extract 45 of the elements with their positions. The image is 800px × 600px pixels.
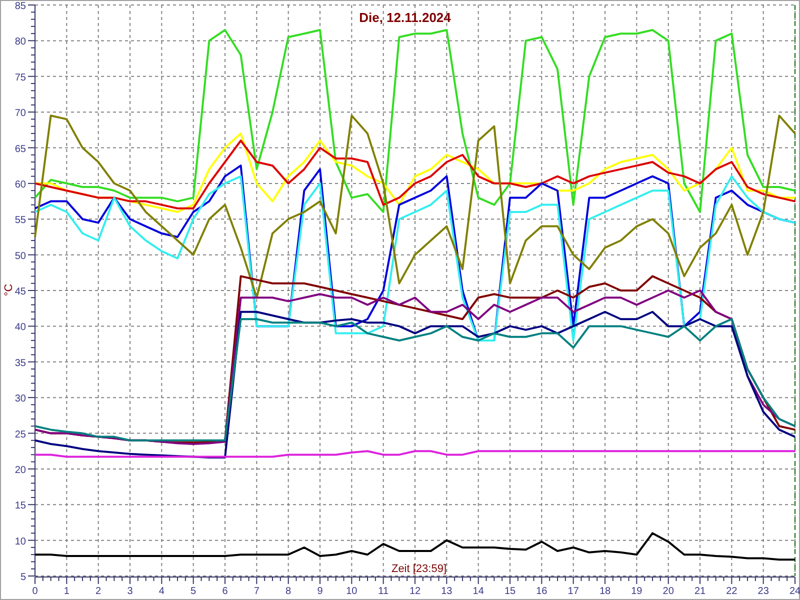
axis-tick-label: 50 xyxy=(14,250,26,262)
axis-tick-label: 0 xyxy=(32,586,38,597)
axis-tick-label: 14 xyxy=(472,586,484,597)
axis-tick-label: 75 xyxy=(14,72,26,84)
axis-tick-label: 13 xyxy=(441,586,452,597)
x-axis-label: Zeit [23:59] xyxy=(391,563,447,575)
axis-tick-label: 35 xyxy=(14,358,26,369)
axis-tick-label: 20 xyxy=(14,464,26,476)
axis-tick-label: 30 xyxy=(14,394,26,405)
axis-tick-label: 23 xyxy=(758,586,769,597)
axis-tick-label: 20 xyxy=(662,586,674,597)
axis-tick-label: 85 xyxy=(14,1,26,12)
axis-tick-label: 3 xyxy=(127,586,133,597)
axis-tick-label: 18 xyxy=(599,586,611,597)
axis-tick-label: 15 xyxy=(14,500,26,512)
axis-tick-label: 4 xyxy=(158,586,164,597)
axis-tick-label: 7 xyxy=(254,586,260,597)
axis-tick-label: 5 xyxy=(20,572,26,583)
axis-tick-label: 45 xyxy=(14,286,26,298)
axis-tick-label: 15 xyxy=(504,586,516,597)
axis-tick-label: 80 xyxy=(14,36,26,48)
axis-tick-label: 70 xyxy=(14,108,26,120)
axis-tick-label: 12 xyxy=(409,586,421,597)
y-axis-label: °C xyxy=(3,284,15,296)
axis-tick-label: 8 xyxy=(286,586,292,597)
axis-tick-label: 9 xyxy=(317,586,323,597)
axis-tick-label: 21 xyxy=(694,586,706,597)
axis-tick-label: 6 xyxy=(222,586,228,597)
axis-tick-label: 40 xyxy=(14,322,26,334)
chart-title: Die, 12.11.2024 xyxy=(359,10,451,25)
axis-tick-label: 55 xyxy=(14,215,26,226)
axis-tick-label: 19 xyxy=(631,586,642,597)
axis-tick-label: 22 xyxy=(726,586,738,597)
axis-tick-label: 10 xyxy=(346,586,358,597)
axis-tick-label: 10 xyxy=(14,536,26,548)
axis-tick-label: 2 xyxy=(96,586,102,597)
axis-tick-label: 17 xyxy=(568,586,579,597)
axis-tick-label: 65 xyxy=(14,144,26,155)
axis-tick-label: 25 xyxy=(14,429,26,440)
axis-tick-label: 60 xyxy=(14,179,26,190)
axis-tick-label: 16 xyxy=(536,586,548,597)
axis-tick-label: 1 xyxy=(64,586,70,597)
axis-tick-label: 11 xyxy=(378,586,389,597)
axis-tick-label: 24 xyxy=(789,586,800,597)
axis-tick-label: 5 xyxy=(190,586,196,597)
